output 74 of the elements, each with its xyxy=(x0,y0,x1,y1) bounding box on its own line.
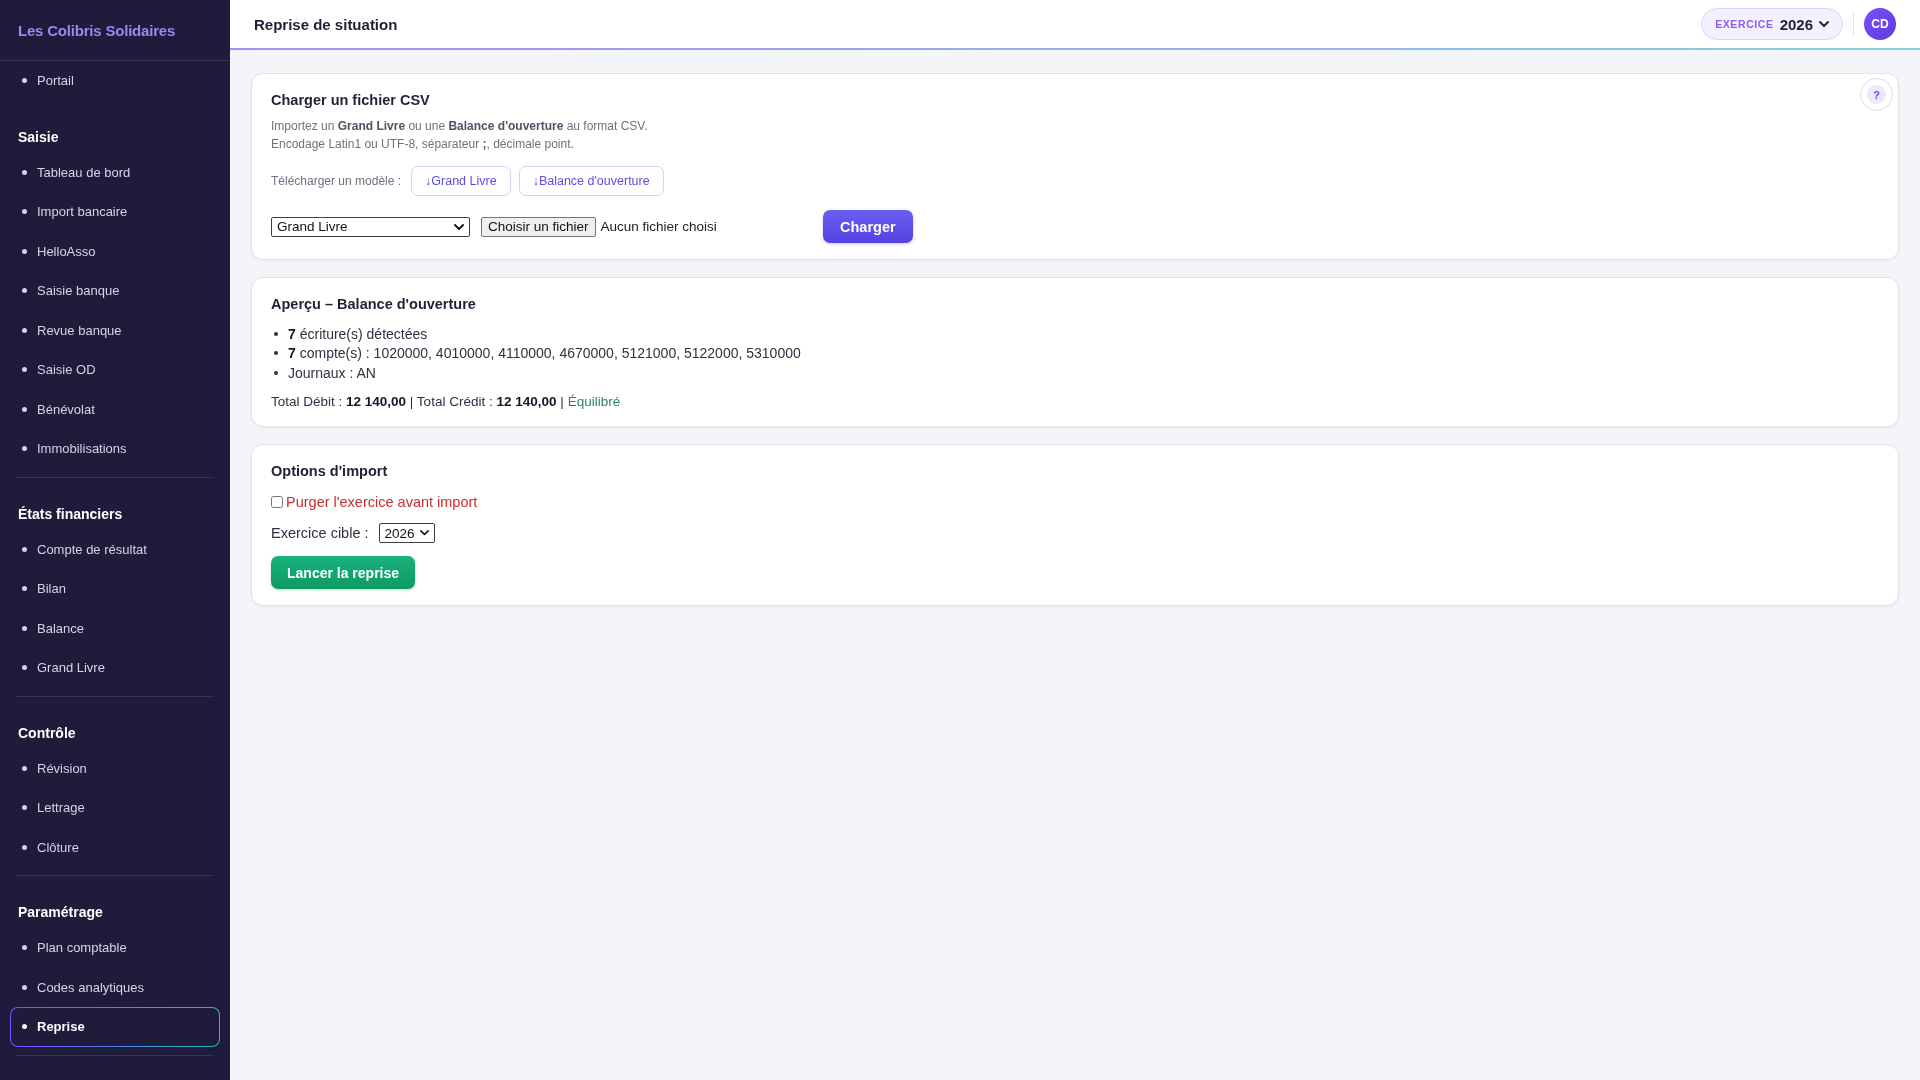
sidebar-link[interactable]: Codes analytiques xyxy=(10,967,220,1007)
bullet-icon xyxy=(22,209,27,215)
sidebar-link[interactable]: Revue banque xyxy=(10,310,220,350)
template-download-button[interactable]: ↓Grand Livre xyxy=(411,166,511,196)
bullet-icon xyxy=(22,805,27,811)
user-avatar[interactable]: CD xyxy=(1864,8,1896,40)
description-text: Encodage Latin1 ou UTF-8, séparateur ;, décimale point. xyxy=(271,136,574,153)
bullet-icon xyxy=(22,169,27,175)
bullet-icon xyxy=(22,765,27,771)
bullet-icon xyxy=(22,1024,27,1030)
card-title: Charger un fichier CSV xyxy=(271,91,430,109)
bullet-icon xyxy=(274,331,278,336)
bullet-icon xyxy=(22,248,27,254)
brand-name: Les Colibris Solidaires xyxy=(18,21,176,39)
bullet-icon xyxy=(22,327,27,333)
section-title: États financiers xyxy=(18,504,123,524)
fiscal-year-selector[interactable]: EXERCICE 2026 xyxy=(1701,8,1843,40)
bullet-icon xyxy=(274,351,278,356)
sidebar-link[interactable]: Bénévolat xyxy=(10,389,220,429)
sidebar-link[interactable]: Saisie OD xyxy=(10,350,220,390)
sidebar-link[interactable]: Révision xyxy=(10,748,220,788)
help-button[interactable]: ? xyxy=(1860,78,1893,111)
file-status-text: Aucun fichier choisi xyxy=(600,219,717,234)
upload-button[interactable]: Charger xyxy=(823,210,913,243)
sidebar-link[interactable]: Bilan xyxy=(10,569,220,609)
card-title: Options d'import xyxy=(271,462,388,480)
bullet-icon xyxy=(274,370,278,375)
sidebar-link[interactable]: Plan comptable xyxy=(10,928,220,968)
totals-text: Total Débit : 12 140,00 | Total Crédit : 12 140,00 | xyxy=(271,393,564,409)
sidebar-link[interactable]: Reprise xyxy=(10,1007,220,1047)
sidebar-link[interactable]: Immobilisations xyxy=(10,429,220,469)
purge-checkbox[interactable] xyxy=(271,496,283,508)
target-year-select[interactable]: 2026 xyxy=(378,523,435,543)
description-text: Importez un Grand Livre ou une Balance d'ouverture au format CSV. xyxy=(271,118,648,135)
chevron-down-icon xyxy=(454,223,464,230)
purge-label[interactable]: Purger l'exercice avant import xyxy=(286,494,478,510)
file-type-select[interactable]: Grand Livre xyxy=(271,216,470,237)
bullet-icon xyxy=(22,288,27,294)
sidebar-link[interactable]: Grand Livre xyxy=(10,648,220,688)
sidebar-link[interactable]: HelloAsso xyxy=(10,231,220,271)
bullet-icon xyxy=(22,586,27,592)
bullet-icon xyxy=(22,546,27,552)
chevron-down-icon xyxy=(1819,21,1829,27)
bullet-icon xyxy=(22,78,27,84)
sidebar-link[interactable]: Portail xyxy=(10,61,220,101)
bullet-icon xyxy=(22,945,27,951)
chevron-down-icon xyxy=(419,530,429,536)
sidebar-link[interactable]: Lettrage xyxy=(10,788,220,828)
bullet-icon xyxy=(22,406,27,412)
sidebar-link[interactable]: Import bancaire xyxy=(10,192,220,232)
balance-status: Équilibré xyxy=(567,393,621,409)
summary-text: 7 écriture(s) détectées xyxy=(288,325,428,342)
card-title: Aperçu – Balance d'ouverture xyxy=(271,295,476,313)
summary-text: 7 compte(s) : 1020000, 4010000, 4110000, 4670000, 5121000, 5122000, 5310000 xyxy=(288,345,801,362)
bullet-icon xyxy=(22,446,27,452)
page-title: Reprise de situation xyxy=(254,15,398,33)
field-label: Exercice cible : xyxy=(271,525,369,541)
template-label: Télécharger un modèle : xyxy=(271,174,402,188)
sidebar-link[interactable]: Compte de résultat xyxy=(10,529,220,569)
summary-text: Journaux : AN xyxy=(288,364,376,381)
bullet-icon xyxy=(22,367,27,373)
sidebar-link[interactable]: Tableau de bord xyxy=(10,152,220,192)
section-title: Contrôle xyxy=(18,723,76,743)
bullet-icon xyxy=(22,625,27,631)
sidebar-link[interactable]: Balance xyxy=(10,608,220,648)
bullet-icon xyxy=(22,844,27,850)
bullet-icon xyxy=(22,665,27,671)
section-title: Paramétrage xyxy=(18,903,103,922)
choose-file-button[interactable]: Choisir un fichier xyxy=(481,216,596,237)
template-download-button[interactable]: ↓Balance d'ouverture xyxy=(518,166,664,196)
bullet-icon xyxy=(22,984,27,990)
section-title: Saisie xyxy=(18,127,59,147)
sidebar-link[interactable]: Clôture xyxy=(10,827,220,867)
sidebar-link[interactable]: Saisie banque xyxy=(10,271,220,311)
